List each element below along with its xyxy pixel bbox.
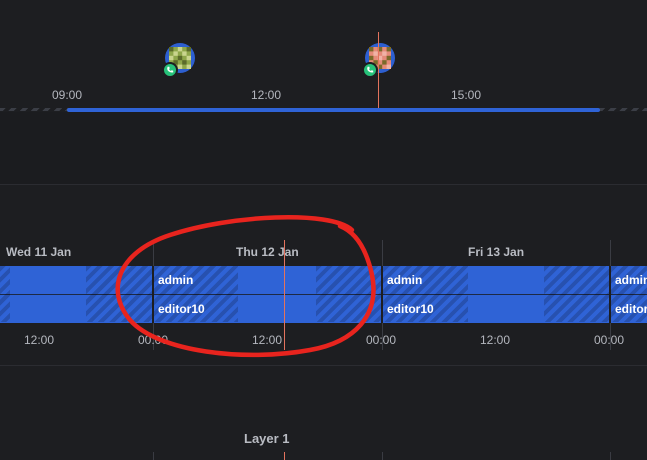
annotation-circle [115, 215, 376, 358]
